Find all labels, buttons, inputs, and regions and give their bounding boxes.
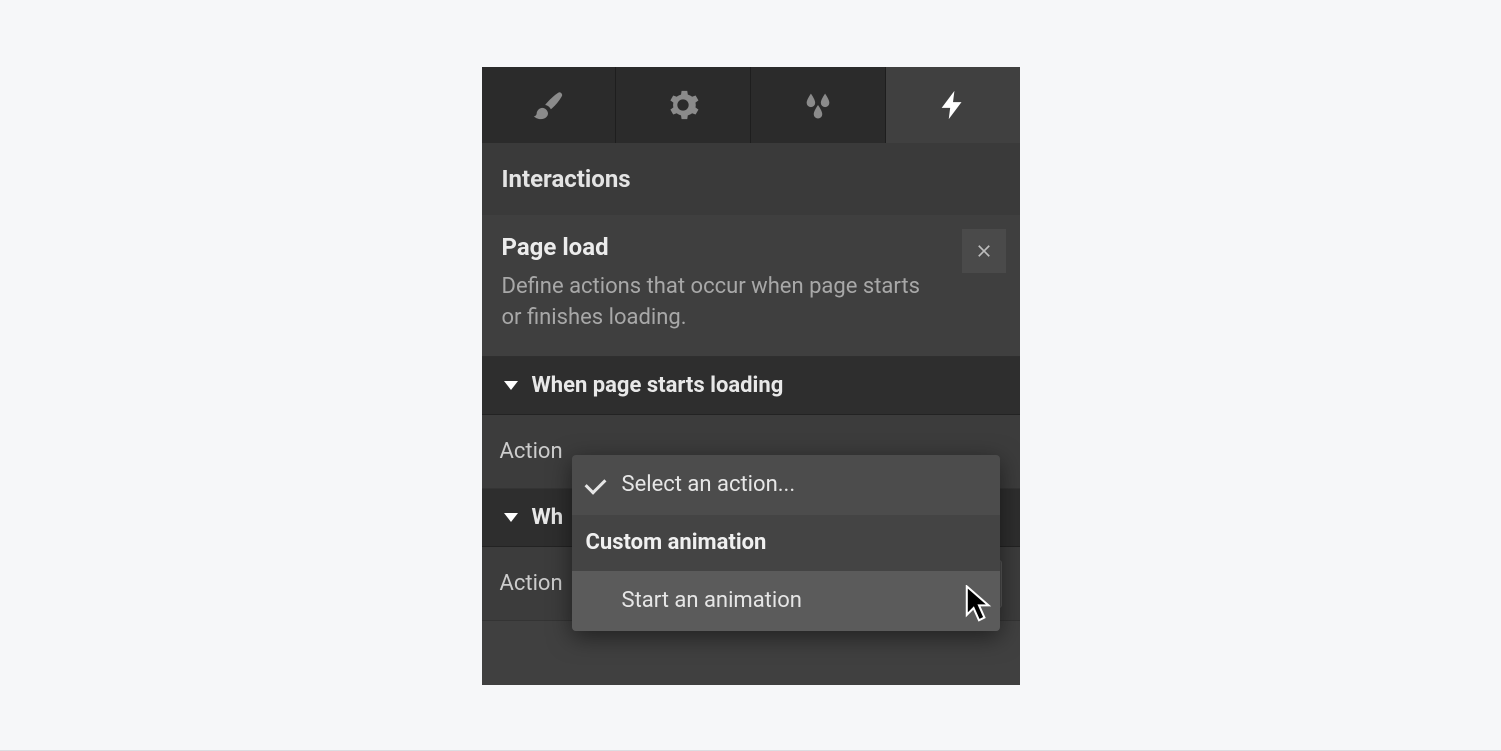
trigger-title: Page load [502,233,1000,261]
panel-tabs [482,67,1020,143]
gear-icon [666,88,700,122]
trigger-block: Page load Define actions that occur when… [482,215,1020,358]
accordion-when-starts[interactable]: When page starts loading [482,357,1020,415]
dropdown-group-heading: Custom animation [572,515,1000,571]
dropdown-item-start-animation[interactable]: Start an animation [572,571,1000,631]
tab-interactions[interactable] [886,67,1020,143]
droplets-icon [801,88,835,122]
dropdown-item-label: Start an animation [622,588,802,613]
tab-style[interactable] [482,67,617,143]
accordion-label: Wh [532,505,564,530]
dropdown-item-label: Select an action... [622,472,796,497]
close-trigger-button[interactable] [962,229,1006,273]
panel-title: Interactions [482,143,1020,215]
accordion-label: When page starts loading [532,373,784,398]
trigger-description: Define actions that occur when page star… [502,271,932,335]
interactions-panel: Interactions Page load Define actions th… [482,67,1020,685]
action-dropdown: Select an action... Custom animation Sta… [572,455,1000,631]
action-label: Action [500,571,563,596]
tab-effects[interactable] [751,67,886,143]
chevron-down-icon [504,513,518,522]
brush-icon [531,88,565,122]
dropdown-item-placeholder[interactable]: Select an action... [572,455,1000,515]
tab-settings[interactable] [616,67,751,143]
chevron-down-icon [504,381,518,390]
lightning-icon [936,88,970,122]
action-label: Action [500,439,563,464]
close-icon [974,241,994,261]
